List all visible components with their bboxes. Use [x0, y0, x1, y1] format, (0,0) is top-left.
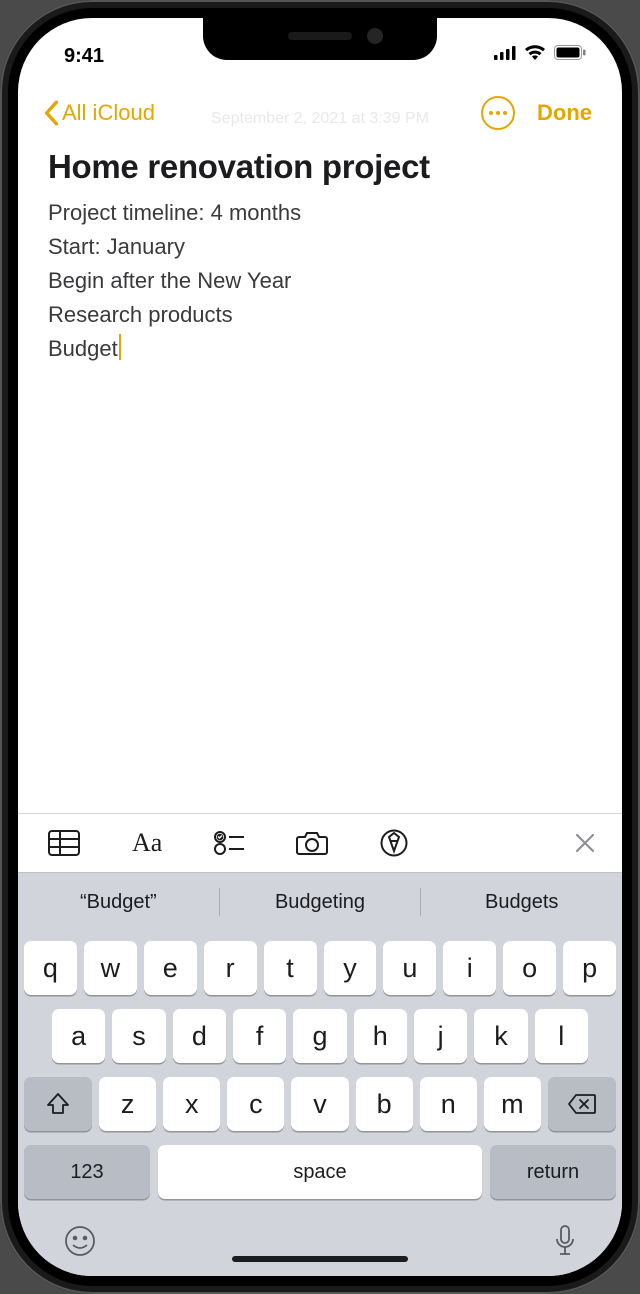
key-a[interactable]: a [52, 1009, 105, 1063]
key-l[interactable]: l [535, 1009, 588, 1063]
key-f[interactable]: f [233, 1009, 286, 1063]
formatting-toolbar: Aa [18, 813, 622, 873]
shift-icon [46, 1093, 70, 1115]
key-s[interactable]: s [112, 1009, 165, 1063]
key-w[interactable]: w [84, 941, 137, 995]
checklist-icon[interactable] [214, 831, 244, 855]
key-k[interactable]: k [474, 1009, 527, 1063]
wifi-icon [524, 43, 546, 66]
back-button[interactable]: All iCloud [42, 100, 155, 126]
suggestion[interactable]: Budgets [421, 891, 622, 914]
key-y[interactable]: y [324, 941, 377, 995]
delete-icon [568, 1094, 596, 1114]
chevron-left-icon [42, 100, 60, 126]
key-n[interactable]: n [420, 1077, 477, 1131]
key-j[interactable]: j [414, 1009, 467, 1063]
suggestion[interactable]: Budgeting [220, 891, 421, 914]
home-indicator[interactable] [232, 1256, 408, 1262]
camera-icon[interactable] [296, 830, 328, 856]
battery-icon [554, 43, 586, 66]
suggestion[interactable]: “Budget” [18, 891, 219, 914]
key-r[interactable]: r [204, 941, 257, 995]
key-o[interactable]: o [503, 941, 556, 995]
emoji-key[interactable] [64, 1225, 96, 1262]
dictation-key[interactable] [554, 1225, 576, 1262]
key-u[interactable]: u [383, 941, 436, 995]
back-label: All iCloud [62, 100, 155, 126]
key-t[interactable]: t [264, 941, 317, 995]
key-d[interactable]: d [173, 1009, 226, 1063]
markup-icon[interactable] [380, 829, 408, 857]
text-format-icon[interactable]: Aa [132, 828, 162, 858]
note-line: Project timeline: 4 months [48, 196, 592, 230]
note-line: Start: January [48, 230, 592, 264]
shift-key[interactable] [24, 1077, 92, 1131]
key-v[interactable]: v [291, 1077, 348, 1131]
space-key[interactable]: space [158, 1145, 482, 1199]
quicktype-bar: “Budget” Budgeting Budgets [18, 873, 622, 931]
key-g[interactable]: g [293, 1009, 346, 1063]
key-x[interactable]: x [163, 1077, 220, 1131]
more-button[interactable] [481, 96, 515, 130]
done-button[interactable]: Done [537, 100, 592, 126]
ellipsis-icon [489, 111, 507, 115]
key-m[interactable]: m [484, 1077, 541, 1131]
return-key[interactable]: return [490, 1145, 616, 1199]
note-editor[interactable]: Home renovation project Project timeline… [18, 142, 622, 813]
key-b[interactable]: b [356, 1077, 413, 1131]
emoji-icon [64, 1225, 96, 1257]
numbers-key[interactable]: 123 [24, 1145, 150, 1199]
cellular-icon [494, 43, 516, 66]
nav-bar: All iCloud Done [18, 74, 622, 138]
key-e[interactable]: e [144, 941, 197, 995]
keyboard: q w e r t y u i o p a s d f g h [18, 931, 622, 1276]
note-line: Begin after the New Year [48, 264, 592, 298]
key-c[interactable]: c [227, 1077, 284, 1131]
key-q[interactable]: q [24, 941, 77, 995]
key-p[interactable]: p [563, 941, 616, 995]
note-line: Research products [48, 298, 592, 332]
text-cursor [119, 334, 121, 360]
clock: 9:41 [64, 45, 104, 74]
note-title: Home renovation project [48, 148, 592, 186]
delete-key[interactable] [548, 1077, 616, 1131]
note-line: Budget [48, 332, 592, 366]
key-i[interactable]: i [443, 941, 496, 995]
mic-icon [554, 1225, 576, 1257]
key-h[interactable]: h [354, 1009, 407, 1063]
key-z[interactable]: z [99, 1077, 156, 1131]
table-icon[interactable] [48, 830, 80, 856]
close-keyboard-icon[interactable] [574, 832, 596, 854]
